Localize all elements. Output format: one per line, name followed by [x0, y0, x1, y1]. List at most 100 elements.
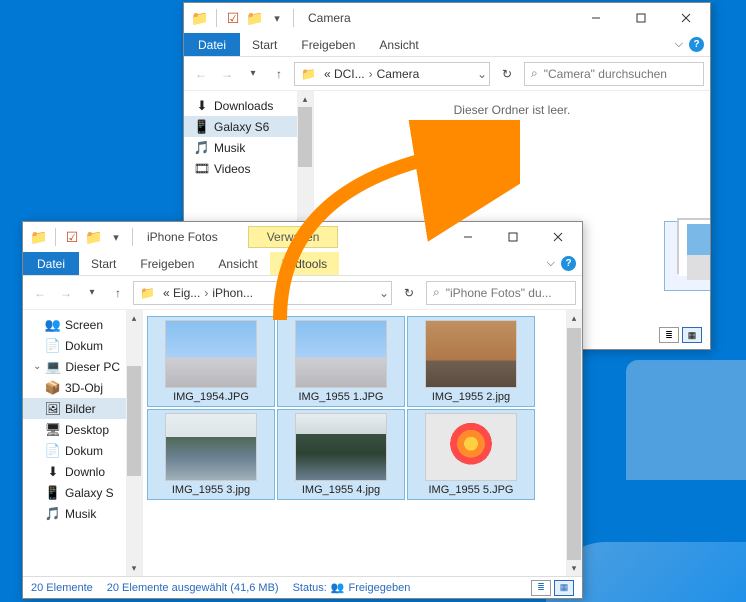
- minimize-button[interactable]: [573, 4, 618, 32]
- qat-dropdown-icon[interactable]: ▾: [267, 8, 287, 28]
- recent-dropdown-icon[interactable]: ▾: [81, 282, 103, 304]
- thumbnail-item[interactable]: IMG_1955 2.jpg: [407, 316, 535, 407]
- tree-item[interactable]: 📦3D-Obj: [23, 377, 142, 398]
- tab-bildtools[interactable]: Bildtools: [270, 252, 339, 275]
- crumb-segment[interactable]: Camera: [373, 67, 424, 81]
- scroll-down-icon[interactable]: ▾: [572, 560, 577, 576]
- scroll-up-icon[interactable]: ▴: [297, 91, 313, 107]
- tree-item[interactable]: 📄Dokum: [23, 440, 142, 461]
- crumb-segment[interactable]: « DCI...: [320, 67, 369, 81]
- crumb-segment[interactable]: « Eig...: [159, 286, 204, 300]
- help-icon[interactable]: ?: [561, 256, 576, 271]
- thumbnail-item[interactable]: IMG_1955 5.JPG: [407, 409, 535, 500]
- search-input[interactable]: ⌕ "Camera" durchsuchen: [524, 62, 704, 86]
- tab-start[interactable]: Start: [79, 252, 128, 275]
- properties-icon[interactable]: ☑: [223, 8, 243, 28]
- context-tab-verwalten[interactable]: Verwalten: [248, 226, 339, 248]
- thumbnail-item[interactable]: IMG_1955 4.jpg: [277, 409, 405, 500]
- details-view-icon[interactable]: ≣: [531, 580, 551, 596]
- scroll-up-icon[interactable]: ▴: [126, 310, 142, 326]
- properties-icon[interactable]: ☑: [62, 227, 82, 247]
- chevron-down-icon[interactable]: ⌄: [477, 67, 487, 81]
- thumbnail-label: IMG_1955 2.jpg: [432, 391, 510, 403]
- back-button[interactable]: ←: [190, 63, 212, 85]
- scroll-thumb[interactable]: [127, 366, 141, 476]
- tree-item[interactable]: 🎵Musik: [23, 503, 142, 524]
- chevron-down-icon[interactable]: ⌵: [675, 38, 683, 51]
- tree-item-label: Dieser PC: [65, 360, 120, 374]
- close-button[interactable]: [535, 223, 580, 251]
- scroll-down-icon[interactable]: ▾: [126, 560, 142, 576]
- scroll-up-icon[interactable]: ▴: [572, 310, 577, 326]
- refresh-button[interactable]: ↻: [396, 286, 422, 300]
- tree-item[interactable]: 👥Screen: [23, 314, 142, 335]
- thumbnail-item[interactable]: IMG_1955 3.jpg: [147, 409, 275, 500]
- thumbnail-image: [165, 413, 257, 481]
- new-folder-icon[interactable]: 📁: [84, 227, 104, 247]
- qat-dropdown-icon[interactable]: ▾: [106, 227, 126, 247]
- refresh-button[interactable]: ↻: [494, 67, 520, 81]
- maximize-button[interactable]: [618, 4, 663, 32]
- close-button[interactable]: [663, 4, 708, 32]
- tree-item[interactable]: 📱Galaxy S6: [184, 116, 313, 137]
- scroll-thumb[interactable]: [567, 328, 581, 560]
- tab-file[interactable]: Datei: [184, 33, 240, 56]
- phone-icon: 📱: [45, 485, 61, 501]
- tree-item[interactable]: ⌄💻Dieser PC: [23, 356, 142, 377]
- maximize-button[interactable]: [490, 223, 535, 251]
- tab-file[interactable]: Datei: [23, 252, 79, 275]
- tab-start[interactable]: Start: [240, 33, 289, 56]
- new-folder-icon[interactable]: 📁: [245, 8, 265, 28]
- chevron-down-icon[interactable]: ⌄: [379, 286, 389, 300]
- tree-item-label: Downloads: [214, 99, 273, 113]
- tree-item[interactable]: 🖥Desktop: [23, 419, 142, 440]
- forward-button[interactable]: →: [55, 282, 77, 304]
- nav-tree[interactable]: 👥Screen📄Dokum⌄💻Dieser PC📦3D-Obj🖼Bilder🖥D…: [23, 310, 143, 576]
- tab-view[interactable]: Ansicht: [206, 252, 269, 275]
- tree-item[interactable]: 🎞Videos: [184, 158, 313, 179]
- empty-folder-msg: Dieser Ordner ist leer.: [314, 103, 710, 117]
- forward-button[interactable]: →: [216, 63, 238, 85]
- minimize-button[interactable]: [445, 223, 490, 251]
- status-bar: 20 Elemente 20 Elemente ausgewählt (41,6…: [23, 576, 582, 598]
- titlebar[interactable]: 📁 ☑ 📁 ▾ iPhone Fotos Verwalten: [23, 222, 582, 252]
- view-switcher: ≣ ▦: [659, 327, 702, 343]
- window-title: Camera: [308, 11, 351, 25]
- thumbs-view-icon[interactable]: ▦: [554, 580, 574, 596]
- scrollbar[interactable]: ▴ ▾: [566, 310, 582, 576]
- tree-item-label: Videos: [214, 162, 250, 176]
- breadcrumb[interactable]: 📁 « DCI... › Camera ⌄: [294, 62, 490, 86]
- thumbs-view-icon[interactable]: ▦: [682, 327, 702, 343]
- breadcrumb[interactable]: 📁 « Eig... › iPhon... ⌄: [133, 281, 392, 305]
- tab-share[interactable]: Freigeben: [128, 252, 206, 275]
- scroll-thumb[interactable]: [298, 107, 312, 167]
- details-view-icon[interactable]: ≣: [659, 327, 679, 343]
- recent-dropdown-icon[interactable]: ▾: [242, 63, 264, 85]
- up-button[interactable]: ↑: [107, 282, 129, 304]
- thumbnail-item[interactable]: IMG_1954.JPG: [147, 316, 275, 407]
- folder-people-icon: 👥: [45, 317, 61, 333]
- back-button[interactable]: ←: [29, 282, 51, 304]
- help-icon[interactable]: ?: [689, 37, 704, 52]
- separator: [216, 9, 217, 27]
- tab-view[interactable]: Ansicht: [367, 33, 430, 56]
- chevron-down-icon[interactable]: ⌵: [547, 257, 555, 270]
- tree-item[interactable]: 🎵Musik: [184, 137, 313, 158]
- tree-item[interactable]: 🖼Bilder: [23, 398, 142, 419]
- scrollbar[interactable]: ▴ ▾: [126, 310, 142, 576]
- thumbnail-item[interactable]: IMG_1955 1.JPG: [277, 316, 405, 407]
- content-pane[interactable]: IMG_1954.JPGIMG_1955 1.JPG IMG_1955 2.jpg…: [143, 310, 582, 576]
- tree-item[interactable]: ⬇Downloads: [184, 95, 313, 116]
- tree-item[interactable]: 📱 Galaxy S: [23, 482, 142, 503]
- up-button[interactable]: ↑: [268, 63, 290, 85]
- chevron-down-icon[interactable]: ⌄: [33, 361, 41, 372]
- pictures-icon: 🖼: [45, 401, 61, 417]
- search-input[interactable]: ⌕ "iPhone Fotos" du...: [426, 281, 576, 305]
- titlebar[interactable]: 📁 ☑ 📁 ▾ Camera: [184, 3, 710, 33]
- window-iphone-fotos: 📁 ☑ 📁 ▾ iPhone Fotos Verwalten Datei Sta…: [22, 221, 583, 599]
- crumb-segment[interactable]: iPhon...: [208, 286, 257, 300]
- tab-share[interactable]: Freigeben: [289, 33, 367, 56]
- tree-item-label: Galaxy S: [65, 486, 114, 500]
- tree-item[interactable]: 📄Dokum: [23, 335, 142, 356]
- tree-item[interactable]: ⬇Downlo: [23, 461, 142, 482]
